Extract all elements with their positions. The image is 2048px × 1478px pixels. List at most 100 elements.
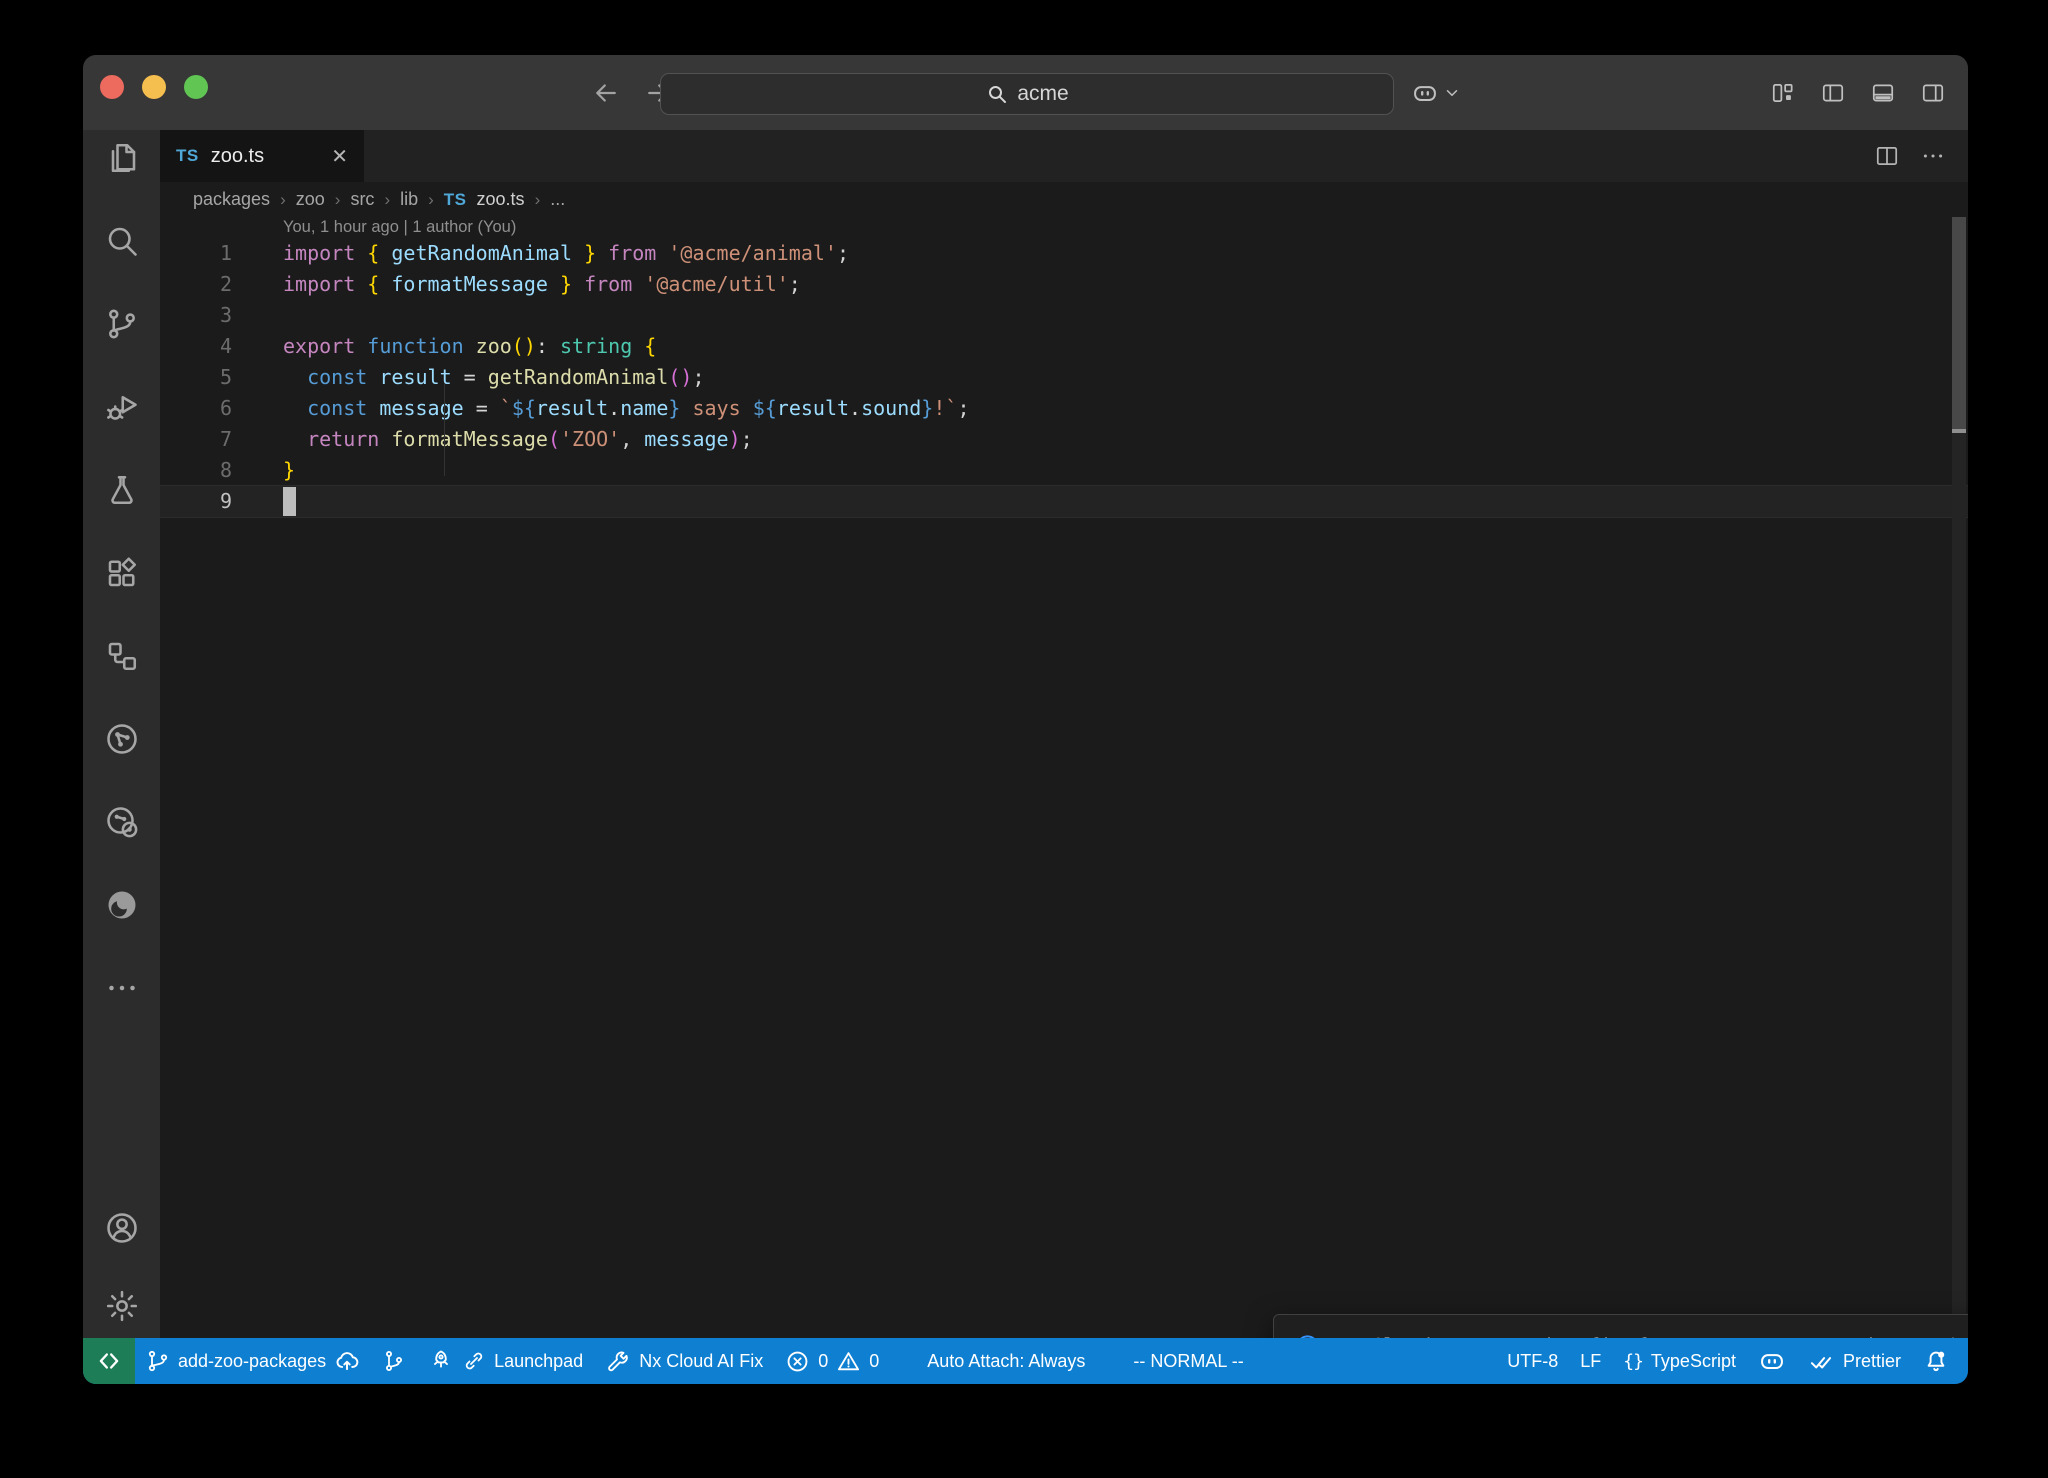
git-branch-icon: [146, 1349, 170, 1373]
close-tab-icon[interactable]: ✕: [331, 144, 348, 169]
editor-group: TS zoo.ts ✕ packages›zoo›src›lib›TSzoo.t…: [160, 130, 1968, 1338]
explorer-icon[interactable]: [104, 140, 140, 176]
settings-icon[interactable]: [104, 1288, 140, 1324]
activity-bar: [83, 130, 160, 1338]
breadcrumb-overflow[interactable]: ...: [550, 189, 565, 210]
code-line-4[interactable]: 4export function zoo(): string {: [160, 331, 1968, 362]
vscode-window: acme TS zoo.ts ✕ p: [83, 55, 1968, 1384]
remote-indicator[interactable]: [83, 1338, 135, 1384]
copilot-icon: [1758, 1347, 1786, 1375]
status-label: 0: [869, 1351, 879, 1372]
toggle-sidebar-right-icon[interactable]: [1920, 80, 1946, 106]
status-label: LF: [1580, 1351, 1601, 1372]
breadcrumb-item[interactable]: lib: [400, 189, 418, 210]
source-control-icon[interactable]: [104, 306, 140, 342]
line-number: 2: [160, 269, 232, 300]
status-item-scm-branch[interactable]: add-zoo-packages: [135, 1338, 371, 1384]
typescript-file-icon: TS: [444, 190, 467, 210]
status-item-auto-attach[interactable]: Auto Attach: Always: [916, 1338, 1096, 1384]
git-blame-annotation: You, 1 hour ago | 1 author (You): [160, 217, 1968, 238]
breadcrumb-file[interactable]: zoo.ts: [477, 189, 525, 210]
breadcrumb-item[interactable]: src: [350, 189, 374, 210]
code-text: import { formatMessage } from '@acme/uti…: [232, 269, 801, 300]
status-item-launchpad[interactable]: Launchpad: [417, 1338, 594, 1384]
warning-triangle-icon: [836, 1349, 861, 1374]
nx-cloud-icon[interactable]: [104, 804, 140, 840]
chevron-down-icon[interactable]: [1443, 84, 1461, 102]
more-views-icon[interactable]: [104, 970, 140, 1006]
code-line-1[interactable]: 1import { getRandomAnimal } from '@acme/…: [160, 238, 1968, 269]
status-label: add-zoo-packages: [178, 1351, 326, 1372]
status-item-problems[interactable]: 00: [774, 1338, 890, 1384]
title-bar: acme: [83, 55, 1968, 130]
status-label: -- NORMAL --: [1133, 1351, 1243, 1372]
status-label: Nx Cloud AI Fix: [639, 1351, 763, 1372]
status-label: Launchpad: [494, 1351, 583, 1372]
rocket-icon: [428, 1348, 454, 1374]
minimize-window-button[interactable]: [142, 75, 166, 99]
breadcrumb-item[interactable]: zoo: [296, 189, 325, 210]
breadcrumb-item[interactable]: packages: [193, 189, 270, 210]
zoom-window-button[interactable]: [184, 75, 208, 99]
copilot-icon[interactable]: [1411, 79, 1439, 107]
code-text: const result = getRandomAnimal();: [232, 362, 705, 393]
search-value: acme: [1017, 82, 1068, 106]
toggle-panel-icon[interactable]: [1870, 80, 1896, 106]
window-controls: [100, 75, 208, 99]
code-line-3[interactable]: 3: [160, 300, 1968, 331]
nx-console-icon[interactable]: [104, 721, 140, 757]
code-line-2[interactable]: 2import { formatMessage } from '@acme/ut…: [160, 269, 1968, 300]
status-label: 0: [818, 1351, 828, 1372]
status-label: Auto Attach: Always: [927, 1351, 1085, 1372]
toggle-sidebar-left-icon[interactable]: [1820, 80, 1846, 106]
remote-icon: [96, 1348, 122, 1374]
braces-icon: {}: [1623, 1351, 1643, 1372]
code-line-7[interactable]: 7 return formatMessage('ZOO', message);: [160, 424, 1968, 455]
split-editor-icon[interactable]: [1874, 143, 1900, 169]
customize-layout-icon[interactable]: [1770, 80, 1796, 106]
code-line-6[interactable]: 6 const message = `${result.name} says $…: [160, 393, 1968, 424]
typescript-file-icon: TS: [176, 146, 199, 166]
status-item-language[interactable]: {}TypeScript: [1612, 1338, 1747, 1384]
status-item-encoding[interactable]: UTF-8: [1496, 1338, 1569, 1384]
indent-guide: [444, 383, 445, 476]
close-window-button[interactable]: [100, 75, 124, 99]
breadcrumb: packages›zoo›src›lib›TSzoo.ts›...: [160, 182, 1968, 217]
status-item-nx-cloud-ai-fix[interactable]: Nx Cloud AI Fix: [594, 1338, 774, 1384]
status-item-copilot-status[interactable]: [1747, 1338, 1797, 1384]
scrollbar-thumb[interactable]: [1952, 217, 1966, 429]
wrench-icon: [605, 1348, 631, 1374]
run-debug-icon[interactable]: [104, 389, 140, 425]
status-item-notifications-bell[interactable]: [1912, 1338, 1960, 1384]
navigate-back-button[interactable]: [591, 78, 621, 108]
status-label: UTF-8: [1507, 1351, 1558, 1372]
references-icon[interactable]: [104, 638, 140, 674]
code-line-9[interactable]: 9: [160, 486, 1968, 517]
breadcrumb-separator: ›: [384, 190, 390, 210]
editor-scrollbar[interactable]: [1952, 217, 1966, 1330]
extensions-icon[interactable]: [104, 555, 140, 591]
status-item-eol[interactable]: LF: [1569, 1338, 1612, 1384]
search-icon: [985, 82, 1009, 106]
tab-zoo-ts[interactable]: TS zoo.ts ✕: [160, 130, 364, 182]
accounts-icon[interactable]: [104, 1210, 140, 1246]
breadcrumb-separator: ›: [428, 190, 434, 210]
line-number: 8: [160, 455, 232, 486]
edge-tools-icon[interactable]: [104, 887, 140, 923]
overview-ruler-cursor-marker: [1952, 429, 1966, 433]
command-center-search[interactable]: acme: [660, 73, 1394, 115]
more-actions-icon[interactable]: [1920, 143, 1946, 169]
code-line-8[interactable]: 8}: [160, 455, 1968, 486]
line-number: 5: [160, 362, 232, 393]
testing-icon[interactable]: [104, 472, 140, 508]
code-text: import { getRandomAnimal } from '@acme/a…: [232, 238, 849, 269]
status-item-vim-mode[interactable]: -- NORMAL --: [1122, 1338, 1254, 1384]
code-editor[interactable]: You, 1 hour ago | 1 author (You) 1import…: [160, 217, 1968, 1338]
check-double-icon: [1808, 1348, 1835, 1375]
status-item-scm-graph[interactable]: [371, 1338, 417, 1384]
code-line-5[interactable]: 5 const result = getRandomAnimal();: [160, 362, 1968, 393]
editor-cursor: [283, 487, 296, 516]
line-number: 1: [160, 238, 232, 269]
status-item-formatter[interactable]: Prettier: [1797, 1338, 1912, 1384]
search-icon[interactable]: [104, 223, 140, 259]
